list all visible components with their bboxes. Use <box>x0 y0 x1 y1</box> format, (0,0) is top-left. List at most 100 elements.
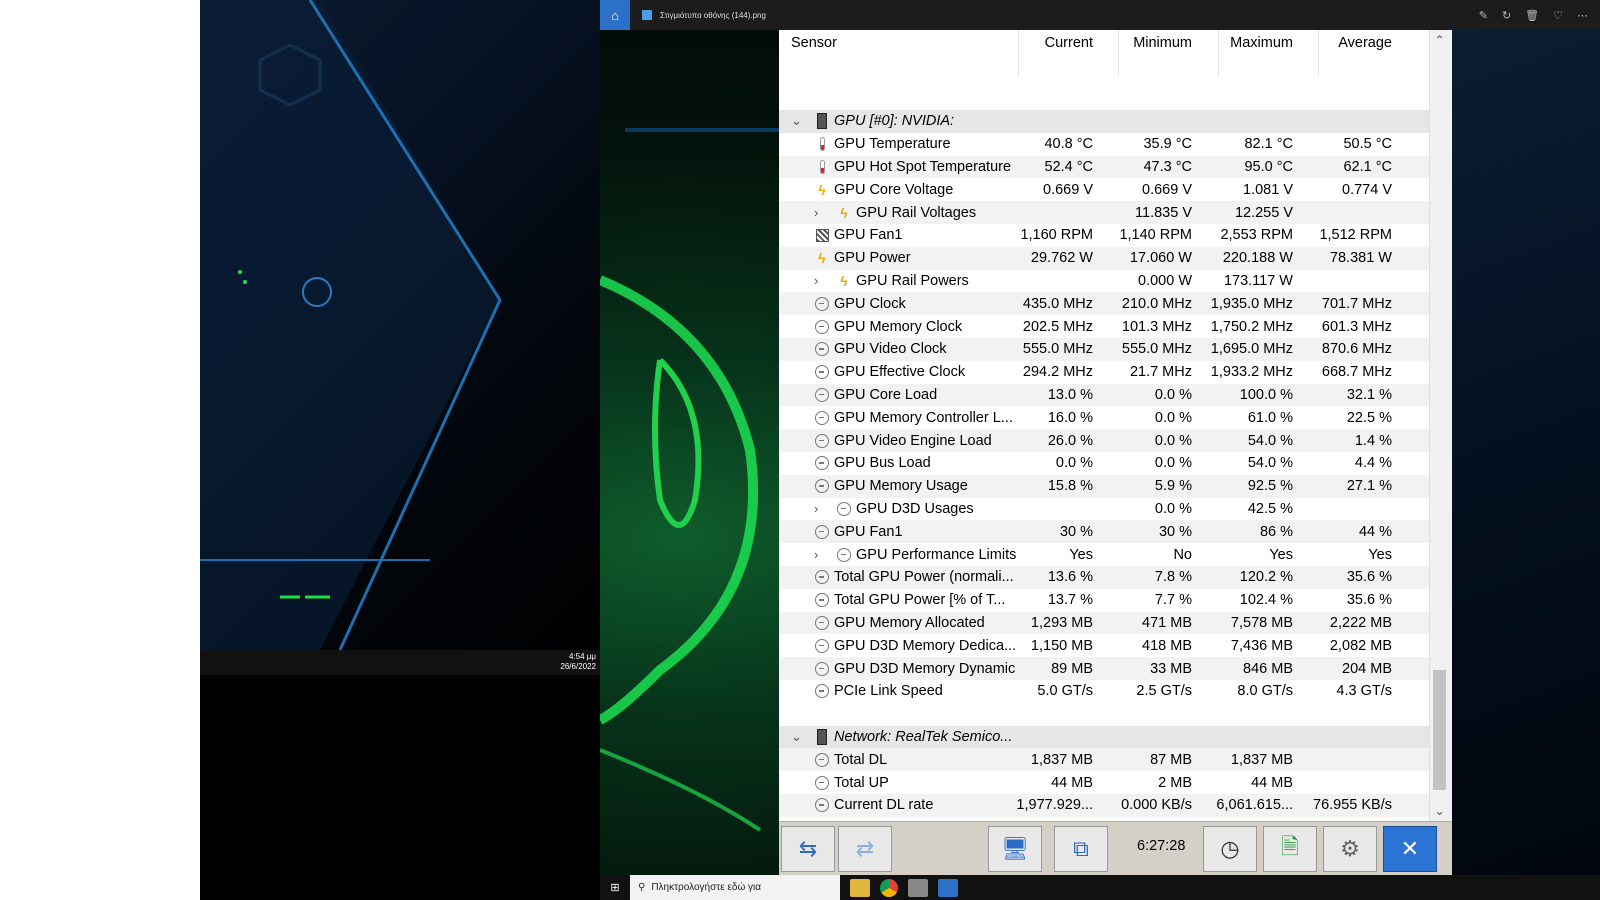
sensor-name: GPU Power <box>834 250 911 267</box>
hwinfo-taskbar-icon[interactable] <box>938 878 958 897</box>
viewer-title-actions: ✎ ↻ 🗑 ♡ ⋯ <box>1479 0 1588 30</box>
table-row[interactable]: GPU Memory Clock 202.5 MHz 101.3 MHz 1,750.… <box>779 315 1429 338</box>
clock-icon <box>837 501 851 517</box>
table-row[interactable]: ϟ GPU Power 29.762 W 17.060 W 220.188 W 78.38… <box>779 246 1429 270</box>
sensor-name: PCIe Link Speed <box>834 683 943 700</box>
sensor-value-max: 8.0 GT/s <box>1237 683 1293 700</box>
edit-icon[interactable]: ✎ <box>1479 9 1488 22</box>
table-row[interactable]: GPU Temperature 40.8 °C 35.9 °C 82.1 °C 50.5… <box>779 133 1429 156</box>
monitor-icon[interactable]: 🖥 <box>988 826 1042 872</box>
table-row[interactable]: › ϟ GPU Rail Powers 0.000 W 173.117 W <box>779 270 1429 293</box>
table-row[interactable]: GPU Fan1 1,160 RPM 1,140 RPM 2,553 RPM 1,512… <box>779 224 1429 247</box>
table-row[interactable]: GPU D3D Memory Dedica... 1,150 MB 418 MB 7,… <box>779 634 1429 657</box>
bolt-icon: ϟ <box>840 272 848 289</box>
table-row[interactable]: Total UP 44 MB 2 MB 44 MB <box>779 771 1429 794</box>
table-row[interactable]: Total DL 1,837 MB 87 MB 1,837 MB <box>779 748 1429 772</box>
sensor-value-max: 54.0 % <box>1247 455 1293 472</box>
more-icon[interactable]: ⋯ <box>1577 9 1588 22</box>
sensor-value-avg: 62.1 °C <box>1343 158 1392 175</box>
clock-icon <box>815 455 829 471</box>
expand-chevron-icon[interactable]: › <box>814 547 818 562</box>
table-row[interactable]: GPU D3D Memory Dynamic 89 MB 33 MB 846 MB 20… <box>779 657 1429 680</box>
column-header-average[interactable]: Average <box>1338 35 1392 51</box>
close-icon[interactable]: ✕ <box>1383 826 1437 872</box>
table-row[interactable]: GPU Fan1 30 % 30 % 86 % 44 % <box>779 520 1429 544</box>
table-row[interactable]: GPU Memory Usage 15.8 % 5.9 % 92.5 % 27.1 % <box>779 474 1429 498</box>
rotate-icon[interactable]: ↻ <box>1502 9 1511 22</box>
heart-icon[interactable]: ♡ <box>1553 9 1563 22</box>
thermometer-icon <box>815 159 829 175</box>
nav-arrows-right-icon[interactable]: ⇄ <box>838 826 892 872</box>
column-header-current[interactable]: Current <box>1045 35 1093 51</box>
gear-icon[interactable]: ⚙ <box>1323 826 1377 872</box>
sensor-name: GPU D3D Memory Dynamic <box>834 660 1016 677</box>
table-row[interactable]: GPU Core Load 13.0 % 0.0 % 100.0 % 32.1 % <box>779 383 1429 407</box>
sensor-value-cur: 294.2 MHz <box>1022 364 1093 381</box>
sensor-name: Total GPU Power [% of T... <box>834 592 1006 609</box>
taskbar-search[interactable]: ⚲ Πληκτρολογήστε εδώ για <box>630 875 840 900</box>
viewer-file-name: Στιγμιότυπο οθόνης (144).png <box>660 10 766 20</box>
sensor-value-avg: 4.4 % <box>1354 455 1392 472</box>
network-computers-icon[interactable]: ⧉ <box>1054 826 1108 872</box>
table-row[interactable]: GPU Effective Clock 294.2 MHz 21.7 MHz 1,93… <box>779 361 1429 384</box>
collapse-chevron-icon[interactable]: ⌄ <box>791 113 802 129</box>
clock-icon <box>815 592 829 608</box>
table-row[interactable]: GPU Memory Allocated 1,293 MB 471 MB 7,578 … <box>779 611 1429 635</box>
expand-chevron-icon[interactable]: › <box>814 501 818 516</box>
scroll-down-icon[interactable]: ⌄ <box>1430 801 1449 821</box>
table-row[interactable]: GPU Bus Load 0.0 % 0.0 % 54.0 % 4.4 % <box>779 452 1429 475</box>
photo-clock-time: 4:54 μμ <box>568 652 596 661</box>
file-explorer-icon[interactable] <box>850 878 870 897</box>
sensor-value-max: 1.081 V <box>1243 181 1293 198</box>
column-header-minimum[interactable]: Minimum <box>1133 35 1192 51</box>
delete-icon[interactable]: 🗑 <box>1525 9 1539 22</box>
windows-start-icon[interactable]: ⊞ <box>600 875 630 900</box>
expand-chevron-icon[interactable]: › <box>814 273 818 288</box>
table-row[interactable]: GPU Hot Spot Temperature 52.4 °C 47.3 °C 95… <box>779 155 1429 179</box>
sensor-scrollbar[interactable]: ⌃ ⌄ <box>1429 30 1449 821</box>
clock-icon <box>815 410 829 426</box>
sensor-value-min: 33 MB <box>1150 660 1192 677</box>
home-icon[interactable]: ⌂ <box>600 0 630 30</box>
table-row[interactable]: › ϟ GPU Rail Voltages 11.835 V 12.255 V <box>779 201 1429 224</box>
table-row[interactable]: Total GPU Power [% of T... 13.7 % 7.7 % 102… <box>779 589 1429 612</box>
sensor-value-min: 17.060 W <box>1129 250 1192 267</box>
chrome-icon[interactable] <box>880 878 898 897</box>
clock-icon <box>815 615 829 631</box>
scroll-up-icon[interactable]: ⌃ <box>1430 30 1449 50</box>
table-row[interactable]: › GPU Performance Limits Yes No Yes Yes <box>779 543 1429 566</box>
table-row[interactable]: Total GPU Power (normali... 13.6 % 7.8 % 12… <box>779 566 1429 589</box>
collapse-chevron-icon[interactable]: ⌄ <box>791 729 802 745</box>
column-header-sensor[interactable]: Sensor <box>791 35 837 51</box>
add-report-icon[interactable]: 🗎 <box>1263 826 1317 872</box>
clock-icon <box>815 387 829 403</box>
taskbar-app-icon[interactable] <box>908 878 928 897</box>
sensor-value-max: 54.0 % <box>1247 432 1293 449</box>
expand-chevron-icon[interactable]: › <box>814 205 818 220</box>
table-row[interactable]: ϟ GPU Core Voltage 0.669 V 0.669 V 1.081 V 0.… <box>779 178 1429 201</box>
table-row[interactable]: GPU Memory Controller L... 16.0 % 0.0 % 61.… <box>779 406 1429 429</box>
sensor-value-min: 0.0 % <box>1154 500 1192 517</box>
clock-icon <box>815 638 829 654</box>
column-header-maximum[interactable]: Maximum <box>1230 35 1293 51</box>
table-row[interactable]: GPU Video Engine Load 26.0 % 0.0 % 54.0 % 1.… <box>779 429 1429 452</box>
bolt-icon: ϟ <box>818 181 826 198</box>
sensor-value-max: 102.4 % <box>1239 592 1293 609</box>
clock-icon <box>815 683 829 699</box>
clock-icon[interactable]: ◷ <box>1203 826 1257 872</box>
scroll-thumb[interactable] <box>1433 670 1446 790</box>
table-row[interactable]: GPU Clock 435.0 MHz 210.0 MHz 1,935.0 MHz 70… <box>779 292 1429 316</box>
sensor-value-min: 0.0 % <box>1154 432 1192 449</box>
sensor-value-avg: 4.3 GT/s <box>1336 683 1392 700</box>
table-row[interactable]: Current DL rate 1,977.929... 0.000 KB/s 6,0… <box>779 794 1429 817</box>
sensor-name: GPU Clock <box>834 295 906 312</box>
sensor-name: GPU D3D Memory Dedica... <box>834 637 1017 654</box>
table-row[interactable]: GPU Video Clock 555.0 MHz 555.0 MHz 1,695.0… <box>779 338 1429 361</box>
table-row[interactable]: › GPU D3D Usages 0.0 % 42.5 % <box>779 498 1429 521</box>
nav-arrows-left-icon[interactable]: ⇆ <box>781 826 835 872</box>
table-row[interactable]: PCIe Link Speed 5.0 GT/s 2.5 GT/s 8.0 GT/s 4… <box>779 680 1429 703</box>
clock-icon <box>815 478 829 494</box>
taskbar-search-text: Πληκτρολογήστε εδώ για <box>651 882 762 893</box>
sensor-group-row[interactable]: ⌄ GPU [#0]: NVIDIA: <box>779 110 1429 133</box>
sensor-group-row[interactable]: ⌄ Network: RealTek Semico... <box>779 725 1429 749</box>
